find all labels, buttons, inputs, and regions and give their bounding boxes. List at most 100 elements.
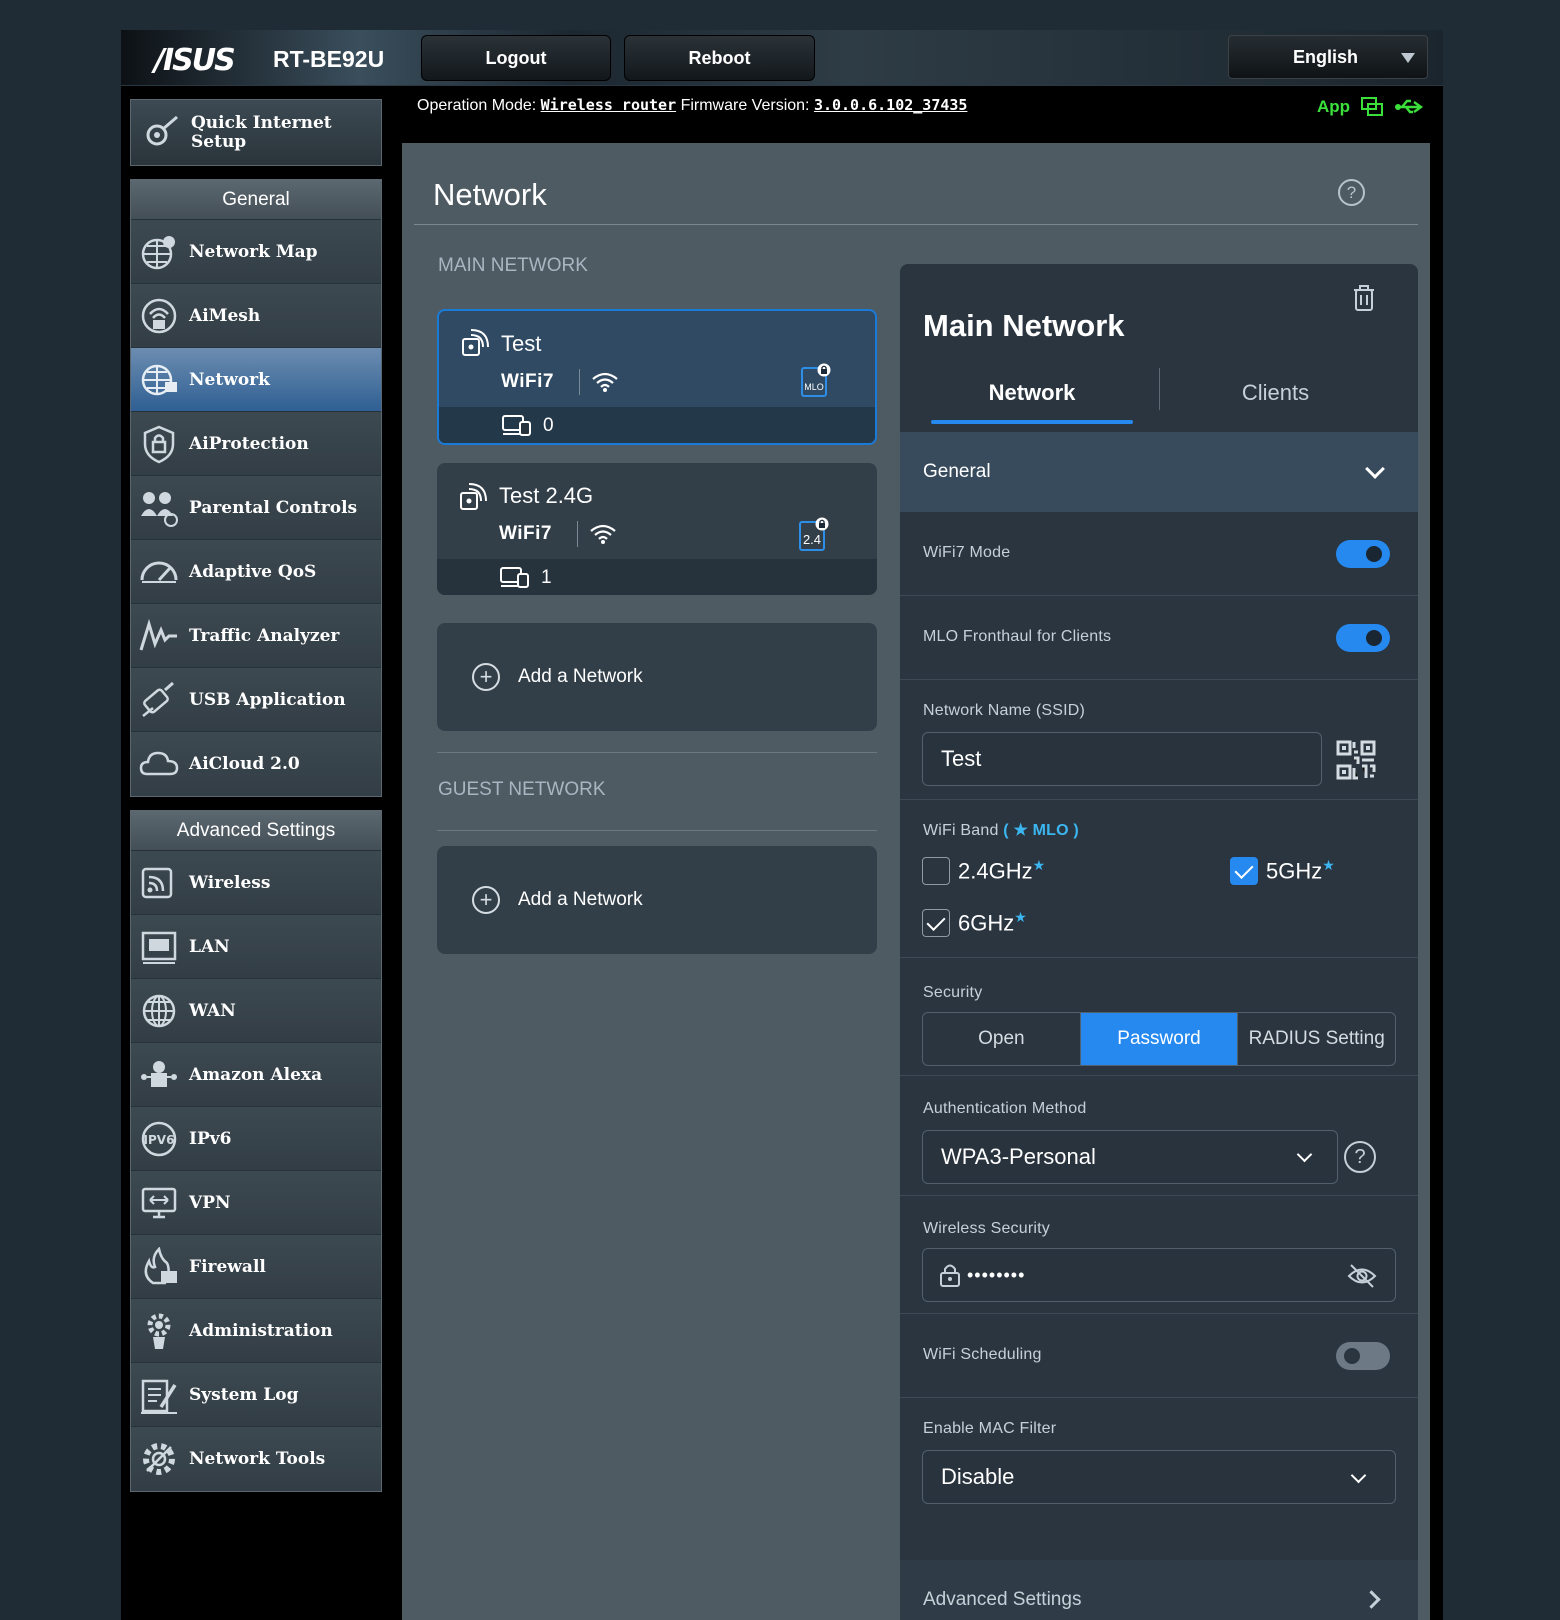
family-icon	[141, 491, 178, 527]
band-5ghz-label: 5GHz	[1266, 858, 1323, 884]
sidebar-item-label: VPN	[189, 1192, 231, 1213]
band-2-4ghz-checkbox[interactable]	[922, 857, 950, 885]
mac-filter-value: Disable	[941, 1464, 1015, 1489]
asus-logo: /ISUS	[154, 43, 236, 78]
wifi7-mode-toggle[interactable]	[1336, 540, 1390, 568]
auth-method-select[interactable]: WPA3-Personal	[922, 1130, 1338, 1184]
log-icon	[141, 1379, 177, 1414]
sidebar-item-system-log[interactable]: System Log	[131, 1363, 381, 1427]
app-link[interactable]: App	[1317, 97, 1350, 117]
wifi-scheduling-row: WiFi Scheduling	[900, 1314, 1418, 1398]
sidebar-item-aicloud[interactable]: AiCloud 2.0	[131, 732, 381, 796]
lock-icon	[940, 1264, 960, 1287]
sidebar-item-adaptive-qos[interactable]: Adaptive QoS	[131, 540, 381, 604]
network-detail-panel: Main Network Network Clients General WiF…	[900, 264, 1418, 1620]
password-input[interactable]: ••••••••	[922, 1248, 1396, 1302]
security-open-option[interactable]: Open	[923, 1013, 1080, 1065]
sidebar-item-vpn[interactable]: VPN	[131, 1171, 381, 1235]
tab-clients[interactable]: Clients	[1173, 362, 1378, 424]
help-icon[interactable]: ?	[1338, 179, 1365, 206]
sidebar-item-network-map[interactable]: Network Map	[131, 220, 381, 284]
ssid-input[interactable]: Test	[922, 732, 1322, 786]
sidebar-item-usb-application[interactable]: USB Application	[131, 668, 381, 732]
general-section-header[interactable]: General	[900, 432, 1418, 512]
security-radius-option[interactable]: RADIUS Setting	[1237, 1013, 1395, 1065]
sidebar-item-administration[interactable]: Administration	[131, 1299, 381, 1363]
advanced-settings-menu-title: Advanced Settings	[131, 811, 381, 851]
wand-gear-icon	[146, 115, 178, 145]
sidebar-item-label: Administration	[189, 1320, 333, 1341]
sidebar-item-wan[interactable]: WAN	[131, 979, 381, 1043]
sidebar-item-network-tools[interactable]: Network Tools	[131, 1427, 381, 1491]
ssid-label: Network Name (SSID)	[923, 702, 1086, 719]
sidebar-item-amazon-alexa[interactable]: Amazon Alexa	[131, 1043, 381, 1107]
reboot-button[interactable]: Reboot	[624, 35, 815, 81]
eye-slash-icon[interactable]	[1347, 1263, 1377, 1289]
router-signal-icon	[460, 483, 487, 510]
caret-down-icon	[1401, 53, 1415, 63]
sidebar-item-parental-controls[interactable]: Parental Controls	[131, 476, 381, 540]
network-card-test-2-4g[interactable]: Test 2.4G WiFi7 2.4 1	[437, 463, 877, 595]
trash-icon[interactable]	[1352, 284, 1376, 312]
firmware-link[interactable]: 3.0.0.6.102_37435	[814, 96, 968, 114]
usb-status-icon[interactable]	[1394, 97, 1424, 117]
sidebar-item-network[interactable]: Network	[131, 348, 381, 412]
band-6ghz-label-wrap: 6GHz★	[958, 909, 1027, 936]
wireless-security-row: Wireless Security ••••••••	[900, 1196, 1418, 1314]
ipv6-icon: IPV6	[141, 1121, 177, 1156]
plus-circle-icon: +	[472, 663, 500, 691]
star-icon: ★	[1014, 909, 1027, 925]
add-guest-network-button[interactable]: + Add a Network	[437, 846, 877, 954]
mac-filter-select[interactable]: Disable	[922, 1450, 1396, 1504]
star-icon: ★	[1032, 857, 1046, 873]
main-content: Network ? MAIN NETWORK Test WiFi7 MLO 0	[402, 143, 1430, 1620]
security-password-option[interactable]: Password	[1079, 1013, 1238, 1065]
wifi-band-row: WiFi Band ( ★ MLO ) 2.4GHz★ 5GHz★ 6GHz★	[900, 800, 1418, 958]
network-status-icon[interactable]	[1360, 96, 1384, 118]
band-2-4ghz-label-wrap: 2.4GHz★	[958, 857, 1045, 884]
cloud-icon	[139, 751, 179, 776]
devices-icon	[502, 415, 531, 436]
model-name: RT-BE92U	[273, 46, 385, 72]
sidebar-item-aiprotection[interactable]: AiProtection	[131, 412, 381, 476]
advanced-settings-menu: Advanced Settings Wireless LAN WAN Amazo…	[130, 810, 382, 1492]
language-select[interactable]: English	[1228, 35, 1428, 79]
firewall-icon	[144, 1246, 177, 1284]
help-icon[interactable]: ?	[1344, 1141, 1376, 1173]
operation-mode-label: Operation Mode:	[417, 97, 537, 114]
sidebar-item-lan[interactable]: LAN	[131, 915, 381, 979]
sidebar-item-ipv6[interactable]: IPV6 IPv6	[131, 1107, 381, 1171]
wifi-scheduling-toggle[interactable]	[1336, 1342, 1390, 1370]
sidebar-item-traffic-analyzer[interactable]: Traffic Analyzer	[131, 604, 381, 668]
alexa-icon	[141, 1060, 177, 1087]
qr-code-icon[interactable]	[1336, 740, 1376, 780]
mesh-icon	[141, 298, 177, 333]
band-6ghz-checkbox[interactable]	[922, 909, 950, 937]
sidebar-item-label: Wireless	[189, 872, 271, 893]
band-badge-text: 2.4	[802, 532, 822, 547]
lan-icon	[141, 931, 177, 964]
general-section-label: General	[923, 461, 991, 482]
wifi7-mode-label: WiFi7 Mode	[923, 544, 1011, 561]
wifi7-logo: WiFi7	[501, 371, 554, 392]
network-name: Test 2.4G	[499, 483, 594, 508]
operation-mode-link[interactable]: Wireless router	[541, 96, 676, 114]
lock-badge-icon	[815, 517, 829, 531]
band-5ghz-checkbox[interactable]	[1230, 857, 1258, 885]
sidebar-item-firewall[interactable]: Firewall	[131, 1235, 381, 1299]
network-card-test[interactable]: Test WiFi7 MLO 0	[437, 309, 877, 445]
wifi-band-mlo-note: ( ★ MLO )	[1003, 822, 1079, 839]
advanced-settings-row[interactable]: Advanced Settings	[900, 1560, 1418, 1620]
router-signal-icon	[462, 329, 489, 356]
svg-text:IPV6: IPV6	[144, 1133, 175, 1147]
mlo-fronthaul-toggle[interactable]	[1336, 624, 1390, 652]
sidebar-item-aimesh[interactable]: AiMesh	[131, 284, 381, 348]
top-bar: /ISUS RT-BE92U Logout Reboot English	[121, 30, 1443, 86]
add-main-network-button[interactable]: + Add a Network	[437, 623, 877, 731]
active-tab-indicator	[931, 420, 1133, 424]
sidebar-item-wireless[interactable]: Wireless	[131, 851, 381, 915]
tab-network[interactable]: Network	[931, 362, 1133, 424]
admin-gear-icon	[147, 1313, 171, 1349]
logout-button[interactable]: Logout	[421, 35, 611, 81]
quick-internet-setup-button[interactable]: Quick Internet Setup	[130, 99, 382, 166]
